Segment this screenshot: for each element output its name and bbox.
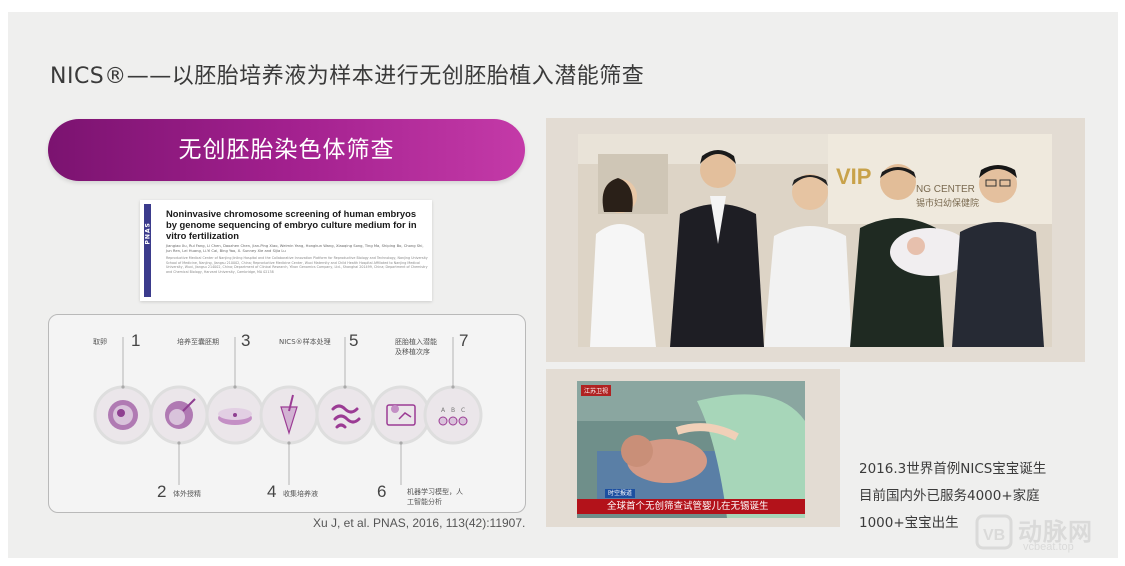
step-7-label: 胚胎植入潜能 及移植次序 <box>395 337 437 357</box>
process-flow-panel: A B C 取卵 1 2 体外授精 培养至囊胚期 3 4 收集培养液 NICS®… <box>48 314 526 513</box>
section-pill: 无创胚胎染色体筛查 <box>48 119 525 181</box>
news-screenshot: 江苏卫视 时空报道 全球首个无创筛查试管婴儿在无锡诞生 <box>577 381 805 518</box>
press-photo: VIP NG CENTER 锡市妇幼保健院 <box>578 134 1052 347</box>
step-5-circle <box>315 385 375 445</box>
step-2-number: 2 <box>157 482 167 501</box>
tv-channel-logo: 江苏卫视 <box>581 385 612 396</box>
step-6-label-line1: 机器学习模型，人 <box>407 488 463 496</box>
abc-label-b: B <box>451 407 455 414</box>
step-4-label: 收集培养液 <box>283 490 318 498</box>
step-1-label: 取卵 <box>93 338 107 346</box>
sign-vip: VIP <box>836 164 871 189</box>
step-5-number: 5 <box>349 331 359 350</box>
sign-center: NG CENTER <box>916 184 975 195</box>
watermark: VB 动脉网 vcbeat.top <box>975 512 1115 556</box>
culture-dish-icon <box>218 408 252 425</box>
step-1-number: 1 <box>131 331 141 350</box>
step-6-circle <box>371 385 431 445</box>
step-6-label-line2: 工智能分析 <box>407 498 442 506</box>
paper-affiliation: Reproductive Medical Center of Nanjing J… <box>166 256 428 274</box>
abc-label-c: C <box>461 407 465 414</box>
step-7-label-line1: 胚胎植入潜能 <box>395 338 437 346</box>
news-tag: 时空报道 <box>605 489 636 498</box>
step-4-number: 4 <box>267 482 277 501</box>
fact-2: 目前国内外已服务4000+家庭 <box>859 488 1040 504</box>
svg-text:VB: VB <box>983 527 1005 544</box>
paper-thumbnail: PNAS Noninvasive chromosome screening of… <box>140 200 432 301</box>
paper-title: Noninvasive chromosome screening of huma… <box>166 208 417 241</box>
fact-1: 2016.3世界首例NICS宝宝诞生 <box>859 461 1047 477</box>
step-7-circle <box>423 385 483 445</box>
journal-color-bar <box>144 204 151 297</box>
press-photo-illustration: VIP NG CENTER 锡市妇幼保健院 <box>578 134 1052 347</box>
step-6-number: 6 <box>377 482 387 501</box>
news-caption: 全球首个无创筛查试管婴儿在无锡诞生 <box>577 499 805 514</box>
step-3-number: 3 <box>241 331 251 350</box>
step-3-label: 培养至囊胚期 <box>177 338 219 346</box>
step-7-label-line2: 及移植次序 <box>395 348 430 356</box>
sign-cn: 锡市妇幼保健院 <box>916 197 979 209</box>
step-5-label: NICS®样本处理 <box>279 338 331 346</box>
citation: Xu J, et al. PNAS, 2016, 113(42):11907. <box>313 516 526 530</box>
step-7-number: 7 <box>459 331 469 350</box>
watermark-url: vcbeat.top <box>1023 541 1074 553</box>
vb-logo-icon: VB <box>975 514 1013 550</box>
page-title: NICS®——以胚胎培养液为样本进行无创胚胎植入潜能筛查 <box>50 64 645 89</box>
egg-icon <box>108 400 138 430</box>
paper-authors: Jiangiao Xu, Rui Fang, Li Chen, Daozhen … <box>166 244 424 253</box>
step-2-label: 体外授精 <box>173 490 201 498</box>
step-6-label: 机器学习模型，人 工智能分析 <box>407 487 463 507</box>
journal-name: PNAS <box>144 222 152 245</box>
